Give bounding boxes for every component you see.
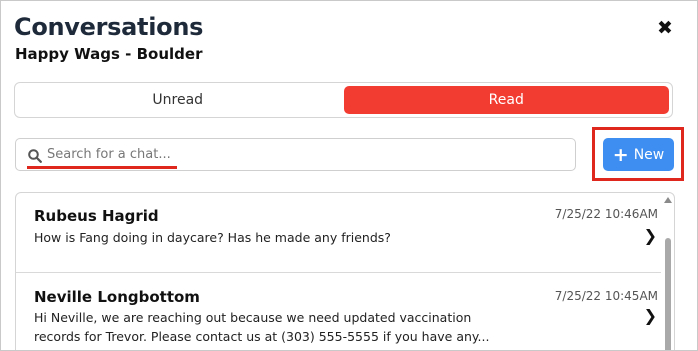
list-scrollbar[interactable] bbox=[663, 193, 674, 350]
message-preview: How is Fang doing in daycare? Has he mad… bbox=[34, 228, 514, 247]
annotation-underline bbox=[27, 166, 177, 169]
conversation-row[interactable]: Neville Longbottom 7/25/22 10:45AM Hi Ne… bbox=[16, 273, 661, 350]
chevron-right-icon[interactable]: ❯ bbox=[644, 226, 657, 245]
close-icon[interactable]: ✖ bbox=[655, 18, 675, 38]
contact-name: Rubeus Hagrid bbox=[34, 207, 159, 225]
scrollbar-thumb[interactable] bbox=[665, 238, 671, 350]
search-icon bbox=[28, 148, 42, 167]
read-status-tabs: Unread Read bbox=[14, 82, 673, 118]
new-chat-label: New bbox=[633, 146, 665, 163]
new-chat-button[interactable]: + New bbox=[603, 138, 674, 171]
message-timestamp: 7/25/22 10:46AM bbox=[554, 207, 658, 221]
chevron-right-icon[interactable]: ❯ bbox=[644, 306, 657, 325]
tab-read[interactable]: Read bbox=[343, 86, 669, 114]
page-title: Conversations bbox=[14, 13, 204, 41]
conversation-list: Rubeus Hagrid 7/25/22 10:46AM How is Fan… bbox=[15, 192, 675, 350]
message-timestamp: 7/25/22 10:45AM bbox=[554, 289, 658, 303]
location-subtitle: Happy Wags - Boulder bbox=[15, 45, 203, 63]
contact-name: Neville Longbottom bbox=[34, 288, 200, 306]
search-input[interactable] bbox=[47, 143, 547, 166]
scroll-up-arrow-icon[interactable] bbox=[664, 197, 672, 203]
message-preview-line: records for Trevor. Please contact us at… bbox=[34, 329, 490, 344]
plus-icon: + bbox=[612, 143, 629, 166]
message-preview-line: How is Fang doing in daycare? Has he mad… bbox=[34, 230, 391, 245]
tab-unread[interactable]: Unread bbox=[15, 83, 341, 117]
message-preview: Hi Neville, we are reaching out because … bbox=[34, 308, 514, 346]
message-preview-line: Hi Neville, we are reaching out because … bbox=[34, 310, 472, 325]
conversation-row[interactable]: Rubeus Hagrid 7/25/22 10:46AM How is Fan… bbox=[16, 193, 661, 272]
conversations-panel: Conversations Happy Wags - Boulder ✖ Unr… bbox=[0, 0, 698, 351]
